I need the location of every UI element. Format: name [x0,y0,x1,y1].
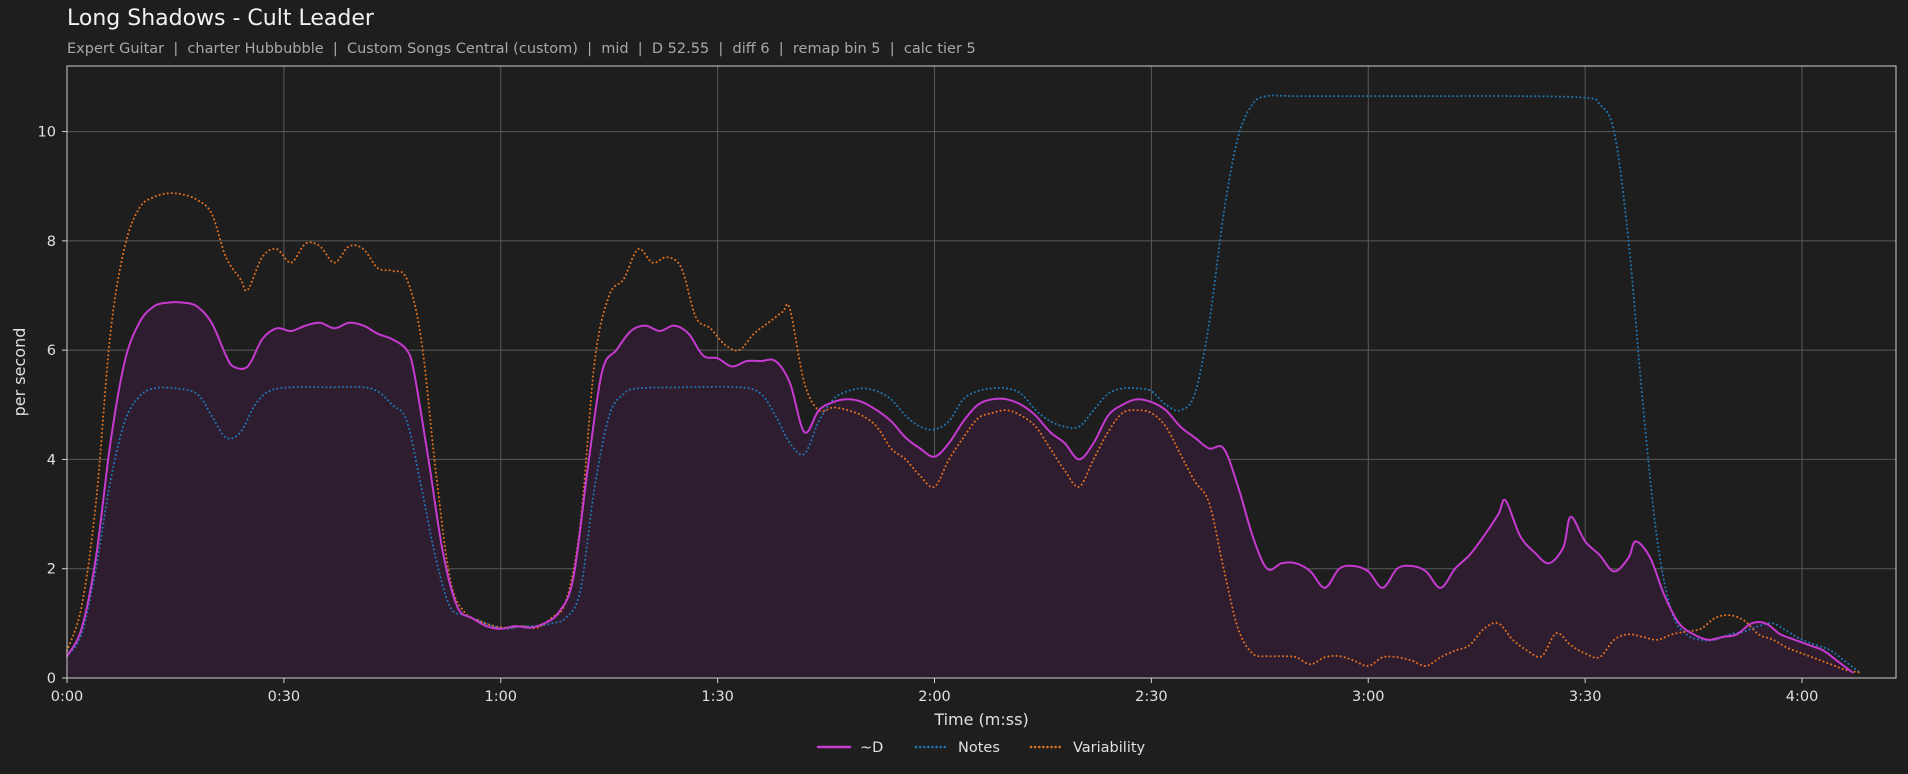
x-tick-label: 1:30 [701,689,734,705]
y-tick-label: 6 [47,343,56,359]
plot-area [66,94,1861,678]
x-tick-label: 1:00 [484,689,517,705]
x-tick-label: 3:30 [1569,689,1602,705]
chart: 0:00 0:30 1:00 1:30 2:00 2:30 3:00 3:30 4:00 0 2 4 6… [10,65,1897,756]
x-tick-label: 2:00 [918,689,951,705]
legend: ~D Notes Variability [816,740,1146,756]
legend-label-notes: Notes [958,740,1000,756]
y-tick-label: 2 [47,562,56,578]
x-axis-label: Time (m:ss) [933,710,1028,729]
x-tick-label: 4:00 [1786,689,1819,705]
y-tick-label: 8 [47,234,56,250]
x-tick-label: 0:00 [51,689,84,705]
x-tick-label: 0:30 [268,689,301,705]
y-tick-label: 10 [38,125,56,141]
x-tick-label: 3:00 [1352,689,1385,705]
x-tick-label: 2:30 [1135,689,1168,705]
y-axis-label: per second [10,328,29,417]
y-tick-label: 0 [47,671,56,687]
y-tick-label: 4 [47,452,56,468]
legend-label-d: ~D [860,740,883,756]
legend-label-variability: Variability [1073,740,1146,756]
